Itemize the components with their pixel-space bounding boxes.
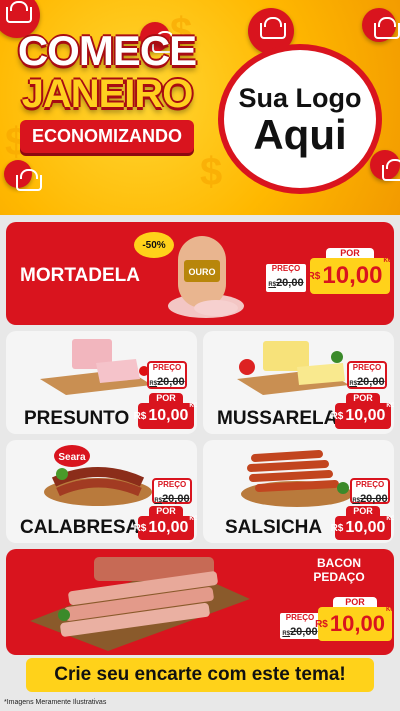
logo-placeholder: Sua Logo Aqui [218,44,382,194]
old-price-value: R$20,00 [268,277,304,289]
brand-logo-seara: Seara [58,452,86,463]
product-name: CALABRESA [20,517,140,538]
new-price-label: POR [326,248,374,258]
hero-banner: $ $ $ COMECE JANEIRO ECONOMIZANDO Sua Lo… [0,0,400,215]
title-line-1: COMECE [17,27,197,74]
old-price-tag: PREÇO R$20,00 [264,262,308,294]
product-name: MORTADELA [20,265,140,286]
product-card-mortadela: MORTADELA OURO PREÇO R$20,00 POR R$ 10,0… [6,222,394,325]
logo-text-line-1: Sua Logo [238,82,362,113]
new-price-tag: POR R$ 10,00 KG [308,248,392,294]
product-name: SALSICHA [225,517,323,538]
old-price-tag: PREÇO R$20,00 [350,478,390,505]
product-card-presunto: PRESUNTO PREÇO R$20,00 POR R$ 10,00 KG [6,331,197,434]
product-card-calabresa: Seara CALABRESA PREÇO R$20,00 POR R$ 10,… [6,440,197,543]
old-price-tag: PREÇO R$20,00 [347,361,387,389]
product-name: PRESUNTO [24,408,130,429]
new-price-tag: POR R$ 10,00 KG [331,393,394,429]
product-card-salsicha: SALSICHA PREÇO R$20,00 POR R$ 10,00 KG [203,440,394,543]
product-name-line-1: BACON [317,556,361,570]
discount-badge: -50% [134,232,174,258]
shopping-basket-icon [370,150,400,181]
shopping-basket-icon [4,160,42,191]
mortadela-image: OURO [168,236,244,318]
cta-banner[interactable]: Crie seu encarte com este tema! [26,658,374,692]
product-name-line-2: PEDAÇO [313,570,365,584]
new-price-tag: POR R$ 10,00 KG [134,393,197,429]
dollar-pattern: $ [200,150,223,194]
old-price-label: PREÇO [271,264,301,273]
old-price-tag: PREÇO R$20,00 [152,478,192,505]
campaign-title: COMECE JANEIRO ECONOMIZANDO [14,30,200,153]
title-line-3: ECONOMIZANDO [20,120,194,153]
product-name: MUSSARELA [217,408,338,429]
mussarela-image [237,341,349,395]
old-price-tag: PREÇO R$20,00 [147,361,187,389]
disclaimer-text: *Imagens Meramente Ilustrativas [4,699,107,706]
brand-label: OURO [189,267,216,277]
title-line-2: JANEIRO [21,72,194,116]
shopping-basket-icon [362,8,400,42]
salsicha-image [241,450,353,507]
presunto-image [40,339,152,395]
new-price-tag: POR R$ 10,00 KG [315,597,394,641]
bacon-image [30,557,250,651]
calabresa-image: Seara [44,445,152,506]
new-price-tag: POR R$ 10,00 KG [331,506,394,540]
logo-text-line-2: Aqui [253,110,347,158]
product-card-mussarela: MUSSARELA PREÇO R$20,00 POR R$ 10,00 KG [203,331,394,434]
new-price-tag: POR R$ 10,00 KG [134,506,197,540]
product-card-bacon: BACON PEDAÇO PREÇO R$20,00 POR R$ 10,00 … [6,549,394,655]
